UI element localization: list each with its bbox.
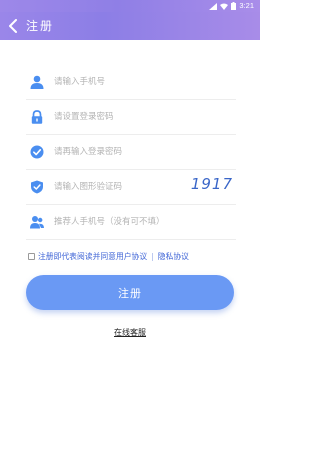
page-title: 注册	[26, 19, 55, 33]
wifi-icon	[220, 3, 229, 10]
app-bar: 注册	[0, 12, 260, 40]
online-service-link[interactable]: 在线客服	[114, 328, 146, 337]
user-agreement-link[interactable]: 注册即代表阅读并同意用户协议	[38, 251, 147, 262]
status-bar: 3:21	[0, 0, 260, 12]
shield-check-icon	[31, 180, 43, 194]
user-icon	[30, 75, 44, 89]
back-button[interactable]	[2, 14, 24, 38]
lock-icon	[31, 110, 43, 124]
captcha-field: 1917	[26, 171, 236, 205]
chevron-left-icon	[9, 19, 17, 33]
privacy-policy-link[interactable]: 隐私协议	[158, 251, 189, 262]
password-input[interactable]	[54, 108, 234, 126]
confirm-password-field	[26, 136, 236, 170]
confirm-password-input[interactable]	[54, 143, 234, 161]
agreement-row: 注册即代表阅读并同意用户协议 | 隐私协议	[28, 250, 189, 262]
status-time: 3:21	[239, 1, 254, 10]
agreement-checkbox[interactable]	[28, 252, 35, 260]
agreement-separator: |	[151, 251, 154, 261]
referrer-input[interactable]	[54, 213, 234, 231]
service-row: 在线客服	[0, 327, 260, 338]
signal-icon	[209, 2, 218, 10]
register-button[interactable]: 注册	[26, 275, 234, 310]
password-field	[26, 101, 236, 135]
referrer-field	[26, 206, 236, 240]
battery-icon	[231, 2, 237, 10]
phone-input[interactable]	[54, 73, 234, 91]
users-icon	[30, 216, 44, 229]
phone-field	[26, 66, 236, 100]
status-icons: 3:21	[209, 1, 254, 11]
captcha-input[interactable]	[54, 178, 184, 196]
captcha-image[interactable]: 1917	[191, 175, 233, 193]
check-circle-icon	[30, 145, 44, 159]
